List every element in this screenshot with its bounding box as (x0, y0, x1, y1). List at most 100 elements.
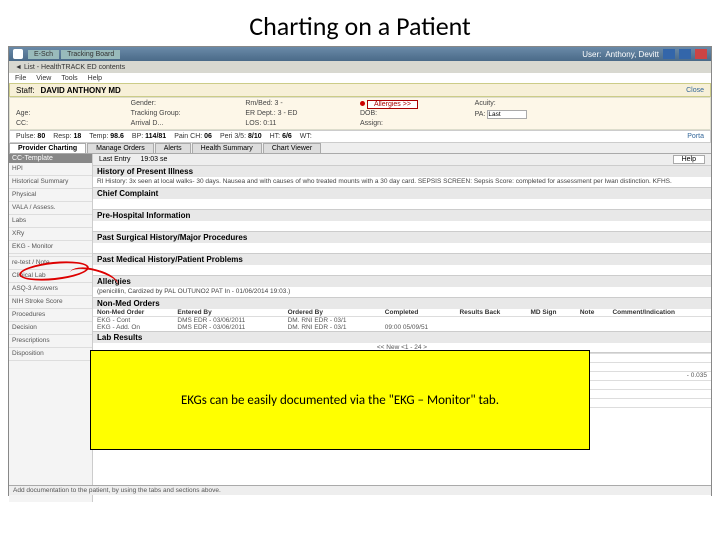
sidebar-xry[interactable]: XRy (9, 228, 92, 241)
help-button[interactable]: Help (673, 155, 705, 164)
section-allergies-head[interactable]: Allergies (93, 276, 711, 287)
v-wt-l: WT: (300, 133, 312, 140)
lock-icon[interactable] (679, 49, 691, 59)
section-cc-head[interactable]: Chief Complaint (93, 188, 711, 199)
pa-input[interactable] (487, 110, 527, 119)
sidebar-asq3[interactable]: ASQ-3 Answers (9, 283, 92, 296)
close-link[interactable]: Close (686, 87, 704, 94)
pb-gender-label: Gender: (131, 100, 156, 107)
section-medhx-body (93, 265, 711, 275)
section-allergies: Allergies (penicillin, Cardized by PAL O… (93, 276, 711, 298)
left-panel: CC-Template HPI Historical Summary Physi… (9, 154, 93, 502)
v-temp: 98.6 (110, 133, 124, 140)
section-surgical-head[interactable]: Past Surgical History/Major Procedures (93, 232, 711, 243)
tab-chart-viewer[interactable]: Chart Viewer (263, 143, 321, 153)
sidebar-labs[interactable]: Labs (9, 215, 92, 228)
v-pulse: 80 (37, 133, 45, 140)
pb-assign-label: Assign: (360, 120, 383, 127)
app-icon (13, 49, 23, 59)
section-medhx-head[interactable]: Past Medical History/Patient Problems (93, 254, 711, 265)
section-nonmed-head[interactable]: Non-Med Orders (93, 298, 711, 309)
col-results: Results Back (455, 309, 526, 317)
behind-value: - 0.035 (687, 372, 707, 380)
section-prehospital-head[interactable]: Pre-Hospital Information (93, 210, 711, 221)
tab-manage-orders[interactable]: Manage Orders (87, 143, 154, 153)
section-surgical: Past Surgical History/Major Procedures (93, 232, 711, 254)
cell: DM. RNI EDR - 03/1 (284, 317, 381, 325)
v-bp: 114/81 (145, 133, 166, 140)
sidebar-disposition[interactable]: Disposition (9, 348, 92, 361)
menu-help[interactable]: Help (88, 75, 102, 82)
cell: 09:00 05/09/51 (381, 324, 456, 331)
menu-view[interactable]: View (36, 75, 51, 82)
pb-erdept-label: ER Dept.: (245, 110, 275, 117)
sidebar-procedures[interactable]: Procedures (9, 309, 92, 322)
sidebar-physical[interactable]: Physical (9, 189, 92, 202)
nav-toolbar: ◄ List - HealthTRACK ED contents (9, 61, 711, 73)
pb-los-label: LOS: (245, 120, 261, 127)
back-button[interactable]: ◄ (15, 64, 22, 71)
tab-provider-charting[interactable]: Provider Charting (9, 143, 86, 153)
titlebar: E-Sch Tracking Board User: Anthony, Devi… (9, 47, 711, 61)
staff-label: Staff: (16, 86, 35, 95)
titlebar-tab-2[interactable]: Tracking Board (61, 50, 120, 59)
status-text: Add documentation to the patient, by usi… (13, 487, 221, 494)
tab-alerts[interactable]: Alerts (155, 143, 191, 153)
section-hpi-body: RI History: 3x seen at local walks- 30 d… (93, 177, 711, 187)
pb-cc-label: CC: (16, 120, 28, 127)
menubar: File View Tools Help (9, 73, 711, 83)
col-comment: Comment/Indication (608, 309, 711, 317)
pb-pa-label: PA: (475, 111, 486, 118)
table-row[interactable]: EKG - Add. On DMS EDR - 03/06/2011 DM. R… (93, 324, 711, 331)
section-lab-head[interactable]: Lab Results (93, 332, 711, 343)
sidebar-historical[interactable]: Historical Summary (9, 176, 92, 189)
section-surgical-body (93, 243, 711, 253)
staff-name: DAVID ANTHONY MD (41, 86, 121, 95)
sidebar-nih[interactable]: NIH Stroke Score (9, 296, 92, 309)
section-allergies-body: (penicillin, Cardized by PAL OUTUNO2 PAT… (93, 287, 711, 297)
pb-arrival-label: Arrival D... (131, 120, 164, 127)
v-ht: 6/6 (282, 133, 292, 140)
tabs-row: Provider Charting Manage Orders Alerts H… (9, 143, 711, 154)
home-icon[interactable] (663, 49, 675, 59)
left-panel-header: CC-Template (9, 154, 92, 163)
section-hpi: History of Present Illness RI History: 3… (93, 166, 711, 188)
sidebar-hpi[interactable]: HPI (9, 163, 92, 176)
sidebar-ekg-monitor[interactable]: EKG - Monitor (9, 241, 92, 254)
pb-rmbed: 3 - (275, 100, 283, 107)
sidebar-decision[interactable]: Decision (9, 322, 92, 335)
callout-box: EKGs can be easily documented via the "E… (90, 350, 590, 450)
tab-health-summary[interactable]: Health Summary (192, 143, 262, 153)
vitals-bar: Pulse: 80 Resp: 18 Temp: 98.6 BP: 114/81… (9, 130, 711, 143)
pb-acuity-label: Acuity: (475, 100, 496, 107)
table-row[interactable]: EKG - Cont DMS EDR - 03/06/2011 DM. RNI … (93, 317, 711, 325)
close-icon[interactable] (695, 49, 707, 59)
last-entry-label: Last Entry (99, 156, 131, 163)
section-hpi-head[interactable]: History of Present Illness (93, 166, 711, 177)
v-resp-l: Resp: (53, 133, 71, 140)
sidebar-vala[interactable]: VALA / Assess. (9, 202, 92, 215)
pb-tracking-label: Tracking Group: (131, 110, 181, 117)
v-ht-l: HT: (270, 133, 281, 140)
sidebar-clinical-lab[interactable]: Clinical Lab (9, 270, 92, 283)
user-name: Anthony, Devitt (605, 50, 659, 59)
cell: DM. RNI EDR - 03/1 (284, 324, 381, 331)
titlebar-tab-1[interactable]: E-Sch (28, 50, 59, 59)
menu-tools[interactable]: Tools (61, 75, 77, 82)
porta-link[interactable]: Porta (687, 133, 704, 140)
section-prehospital-body (93, 221, 711, 231)
sidebar-prescriptions[interactable]: Prescriptions (9, 335, 92, 348)
pb-age-label: Age: (16, 110, 30, 117)
v-temp-l: Temp: (89, 133, 108, 140)
orders-table: Non-Med Order Entered By Ordered By Comp… (93, 309, 711, 331)
section-cc: Chief Complaint (93, 188, 711, 210)
allergies-button[interactable]: Allergies >> (367, 100, 418, 109)
section-prehospital: Pre-Hospital Information (93, 210, 711, 232)
v-pain: 06 (204, 133, 212, 140)
callout-text: EKGs can be easily documented via the "E… (181, 393, 499, 408)
v-bp-l: BP: (132, 133, 143, 140)
col-entered: Entered By (173, 309, 283, 317)
sidebar-retest[interactable]: re-test / Note (9, 257, 92, 270)
section-nonmed: Non-Med Orders Non-Med Order Entered By … (93, 298, 711, 332)
menu-file[interactable]: File (15, 75, 26, 82)
